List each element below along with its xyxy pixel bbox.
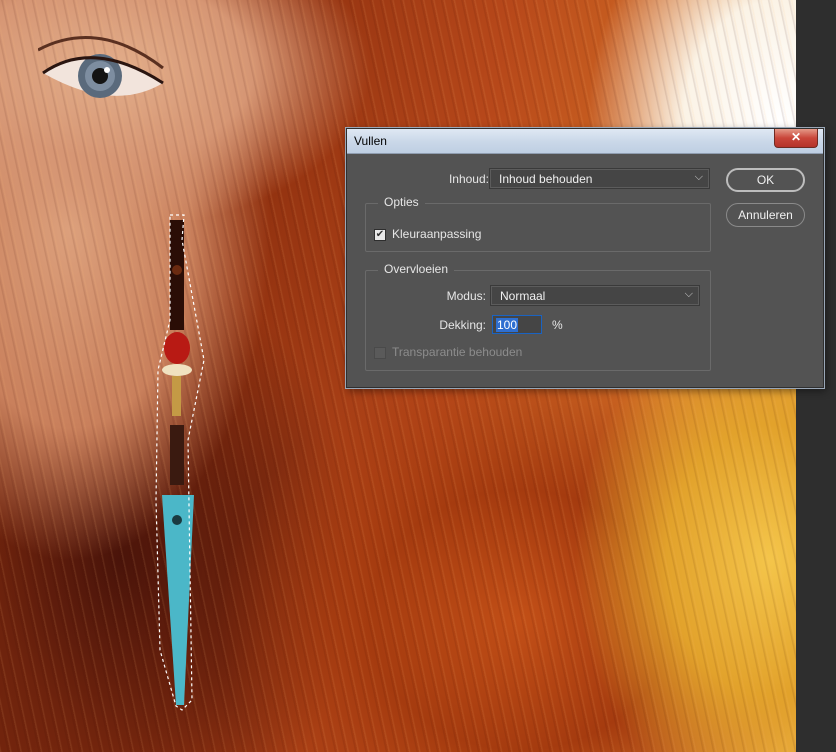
cancel-button[interactable]: Annuleren (726, 203, 805, 227)
blending-legend: Overvloeien (378, 262, 455, 276)
fill-dialog: Vullen ✕ Inhoud: Inhoud behouden ⌵ Optie… (346, 128, 824, 388)
eye-image (38, 36, 164, 98)
preserve-transparency-checkbox (374, 347, 386, 359)
chevron-down-icon: ⌵ (694, 171, 703, 183)
close-icon: ✕ (790, 130, 802, 144)
opacity-label: Dekking: (439, 318, 486, 332)
blending-group: Overvloeien Modus: Normaal ⌵ Dekking: 10… (365, 262, 711, 371)
dialog-body: Inhoud: Inhoud behouden ⌵ Opties ✔ Kleur… (353, 154, 817, 381)
content-label: Inhoud: (448, 172, 489, 186)
opacity-unit: % (552, 318, 563, 332)
preserve-transparency-label: Transparantie behouden (392, 345, 523, 359)
mode-label: Modus: (446, 289, 486, 303)
opacity-value: 100 (496, 318, 519, 332)
chevron-down-icon: ⌵ (684, 288, 693, 300)
mode-select[interactable]: Normaal ⌵ (490, 285, 700, 306)
content-select-value: Inhoud behouden (499, 172, 593, 186)
ok-button[interactable]: OK (726, 168, 805, 192)
options-group: Opties ✔ Kleuraanpassing (365, 195, 711, 252)
close-button[interactable]: ✕ (774, 129, 818, 148)
content-select[interactable]: Inhoud behouden ⌵ (489, 168, 710, 189)
color-adapt-checkbox[interactable]: ✔ (374, 229, 386, 241)
opacity-input[interactable]: 100 (492, 315, 542, 334)
dialog-titlebar[interactable]: Vullen ✕ (347, 129, 823, 154)
dialog-title: Vullen (354, 134, 387, 148)
mode-select-value: Normaal (500, 289, 546, 303)
earring-selection (155, 214, 205, 711)
options-legend: Opties (378, 195, 425, 209)
color-adapt-label[interactable]: Kleuraanpassing (392, 227, 481, 241)
